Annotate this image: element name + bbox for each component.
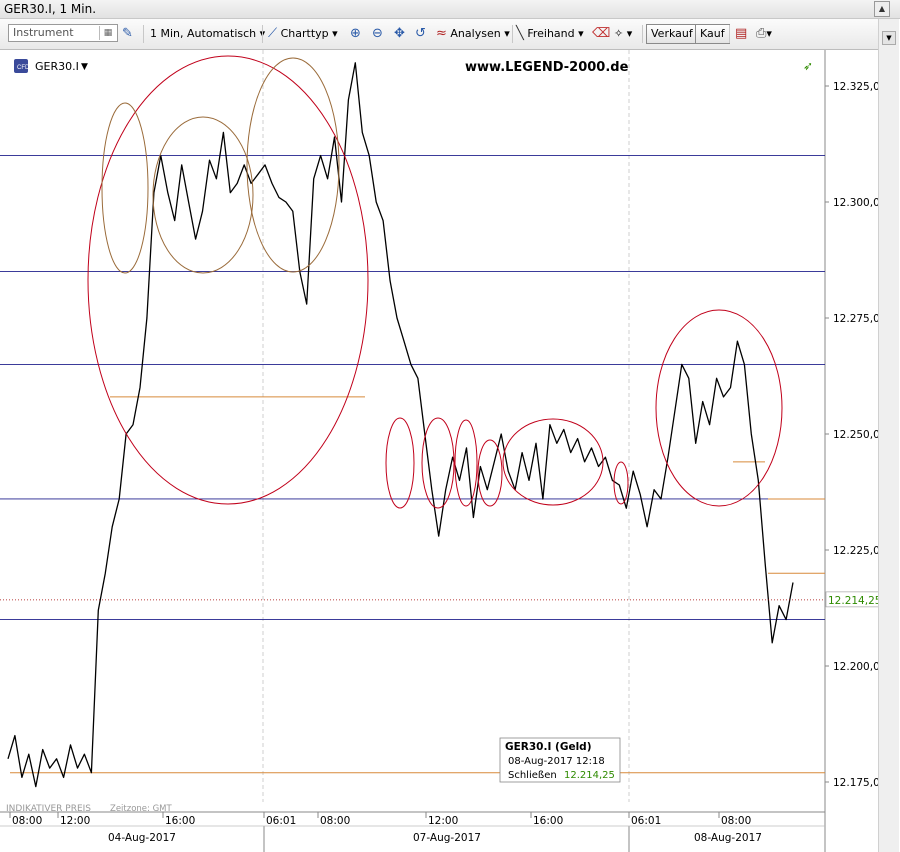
eraser-icon[interactable]: ⌫	[592, 25, 610, 43]
x-tick-label: 06:01	[631, 815, 661, 827]
window-title: GER30.I, 1 Min.	[4, 2, 97, 16]
y-tick-label: 12.300,00	[833, 197, 878, 209]
x-tick-label: 08:00	[320, 815, 350, 827]
x-tick-label: 16:00	[533, 815, 563, 827]
crosshair-move-icon[interactable]: ✥	[394, 25, 405, 43]
svg-text:CFD: CFD	[17, 65, 30, 71]
interval-label: 1 Min,	[150, 27, 184, 40]
current-price-label: 12.214,25	[828, 595, 878, 607]
price-chart[interactable]: 12.325,00 12.300,00 12.275,00 12.250,00 12.2…	[0, 50, 878, 852]
scale-mode-label: Automatisch	[187, 27, 257, 40]
reset-icon[interactable]: ↺	[415, 25, 426, 43]
chart-symbol: GER30.I	[35, 60, 79, 73]
date-label: 04-Aug-2017	[108, 832, 176, 844]
scroll-up-icon[interactable]: ▲	[874, 1, 890, 17]
charttype-menu[interactable]: ⟋ Charttyp ▾	[268, 25, 338, 43]
freihand-label: Freihand	[527, 27, 575, 40]
tooltip-close-value: 12.214,25	[564, 770, 615, 781]
indicator-icon[interactable]: ✎	[122, 25, 133, 43]
instrument-lookup-icon[interactable]: ▦	[99, 26, 116, 40]
timezone-label: Zeitzone: GMT	[110, 804, 173, 814]
charttype-label: Charttyp	[280, 27, 329, 40]
chevron-down-icon: ▾	[578, 27, 584, 40]
window-titlebar: GER30.I, 1 Min. ▲	[0, 0, 900, 19]
instrument-input[interactable]: Instrument ▦	[8, 24, 118, 42]
chart-settings-icon[interactable]: ▤	[735, 25, 747, 43]
y-tick-label: 12.325,00	[833, 81, 878, 93]
x-tick-label: 12:00	[428, 815, 458, 827]
line-chart-icon: ⟋	[268, 26, 278, 41]
interval-select[interactable]: 1 Min, Automatisch ▾	[150, 25, 265, 43]
x-tick-label: 08:00	[721, 815, 751, 827]
tooltip-title: GER30.I (Geld)	[505, 741, 592, 753]
date-label: 07-Aug-2017	[413, 832, 481, 844]
line-tool-icon: ╲	[516, 26, 524, 41]
date-label: 08-Aug-2017	[694, 832, 762, 844]
y-tick-label: 12.175,00	[833, 777, 878, 789]
analysis-icon: ≈	[436, 26, 447, 41]
chevron-down-icon: ▾	[504, 27, 510, 40]
y-tick-label: 12.200,00	[833, 661, 878, 673]
x-tick-label: 12:00	[60, 815, 90, 827]
instrument-placeholder: Instrument	[13, 26, 74, 39]
verkauf-button[interactable]: Verkauf	[646, 24, 698, 44]
tooltip-close-label: Schließen	[508, 770, 557, 781]
tooltip-datetime: 08-Aug-2017 12:18	[508, 756, 605, 767]
print-menu[interactable]: ⎙▾	[756, 25, 772, 43]
y-tick-label: 12.275,00	[833, 313, 878, 325]
x-axis-ticks: 08:00 12:00 16:00 06:01 08:00 12:00 16:00 06:01…	[9, 812, 751, 827]
plot-area	[0, 50, 825, 802]
kauf-button[interactable]: Kauf	[695, 24, 730, 44]
print-icon: ⎙	[756, 26, 767, 41]
y-tick-label: 12.250,00	[833, 429, 878, 441]
watermark-text: www.LEGEND-2000.de	[465, 60, 629, 75]
vertical-scrollbar[interactable]: ▼	[878, 19, 899, 852]
x-tick-label: 08:00	[12, 815, 42, 827]
x-tick-label: 06:01	[266, 815, 296, 827]
tooltip-box: GER30.I (Geld) 08-Aug-2017 12:18 Schließ…	[499, 737, 621, 783]
chevron-down-icon: ▾	[766, 27, 772, 40]
trend-up-icon: ➶	[803, 59, 813, 73]
zoom-in-icon[interactable]: ⊕	[350, 25, 361, 43]
y-axis-ticks: 12.325,00 12.300,00 12.275,00 12.250,00 12.2…	[825, 81, 878, 789]
cursor-menu[interactable]: ✧ ▾	[614, 25, 632, 43]
symbol-menu-chevron-icon[interactable]: ▼	[81, 62, 88, 72]
analysen-label: Analysen	[450, 27, 501, 40]
x-tick-label: 16:00	[165, 815, 195, 827]
scroll-down-icon[interactable]: ▼	[882, 31, 896, 45]
freihand-menu[interactable]: ╲ Freihand ▾	[516, 25, 584, 43]
crosshair-icon: ✧	[614, 27, 624, 40]
chevron-down-icon: ▾	[332, 27, 338, 40]
chevron-down-icon: ▾	[626, 27, 633, 40]
chart-toolbar: Instrument ▦ ✎ 1 Min, Automatisch ▾ ⟋ Ch…	[0, 19, 878, 50]
price-type-label: INDIKATIVER PREIS	[6, 804, 91, 814]
y-tick-label: 12.225,00	[833, 545, 878, 557]
zoom-out-icon[interactable]: ⊖	[372, 25, 383, 43]
analysen-menu[interactable]: ≈ Analysen ▾	[436, 25, 510, 43]
